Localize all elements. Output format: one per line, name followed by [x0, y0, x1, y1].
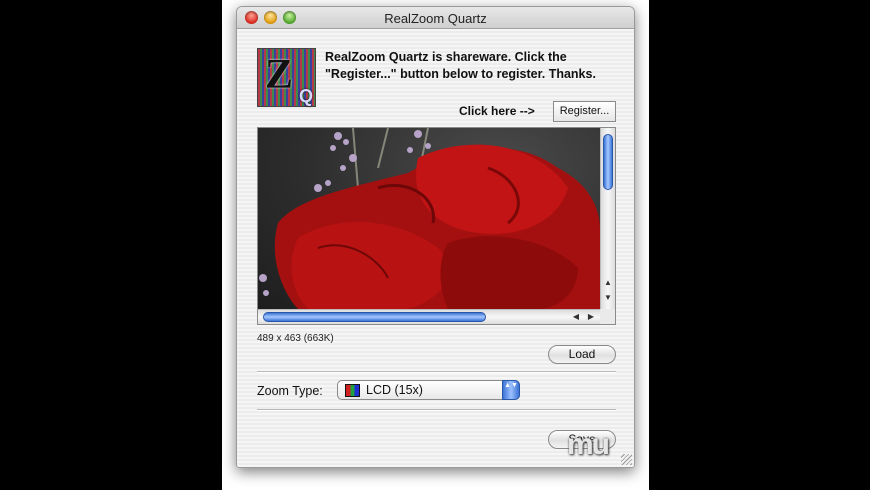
shareware-message: RealZoom Quartz is shareware. Click the …: [325, 50, 596, 81]
register-button[interactable]: Register...: [553, 101, 616, 122]
scroll-up-icon[interactable]: ▲: [602, 278, 614, 288]
scroll-corner: [600, 309, 615, 324]
watermark-logo: mu: [567, 428, 610, 461]
horizontal-scroll-thumb[interactable]: [263, 312, 486, 322]
rose-image: [259, 128, 600, 309]
window-title: RealZoom Quartz: [384, 11, 487, 26]
separator: [257, 409, 616, 411]
zoom-type-select[interactable]: LCD (15x) ▲▼: [337, 380, 520, 400]
zoom-type-value: LCD (15x): [366, 383, 423, 397]
lcd-icon: [345, 384, 360, 397]
chevron-updown-icon[interactable]: ▲▼: [502, 380, 520, 400]
app-logo: Z Q: [257, 48, 316, 107]
title-bar[interactable]: RealZoom Quartz: [237, 7, 634, 29]
horizontal-scrollbar[interactable]: ◀ ▶: [258, 309, 600, 324]
rose-photo: [258, 128, 600, 309]
scroll-right-icon[interactable]: ▶: [585, 312, 597, 322]
scroll-down-icon[interactable]: ▼: [602, 293, 614, 303]
scroll-left-icon[interactable]: ◀: [570, 312, 582, 322]
separator: [257, 371, 616, 373]
resize-grip-icon[interactable]: [621, 454, 632, 465]
image-dimensions: 489 x 463 (663K): [257, 333, 334, 344]
app-window: RealZoom Quartz Z Q RealZoom Quartz is s…: [236, 6, 635, 468]
click-here-label: Click here -->: [459, 104, 535, 118]
vertical-scroll-thumb[interactable]: [603, 134, 613, 190]
image-preview[interactable]: ▲ ▼ ◀ ▶: [257, 127, 616, 325]
zoom-type-label: Zoom Type:: [257, 384, 323, 398]
logo-letter: Z: [265, 52, 294, 98]
vertical-scrollbar[interactable]: ▲ ▼: [600, 128, 615, 309]
logo-badge: Q: [298, 86, 313, 106]
load-button[interactable]: Load: [548, 345, 616, 364]
